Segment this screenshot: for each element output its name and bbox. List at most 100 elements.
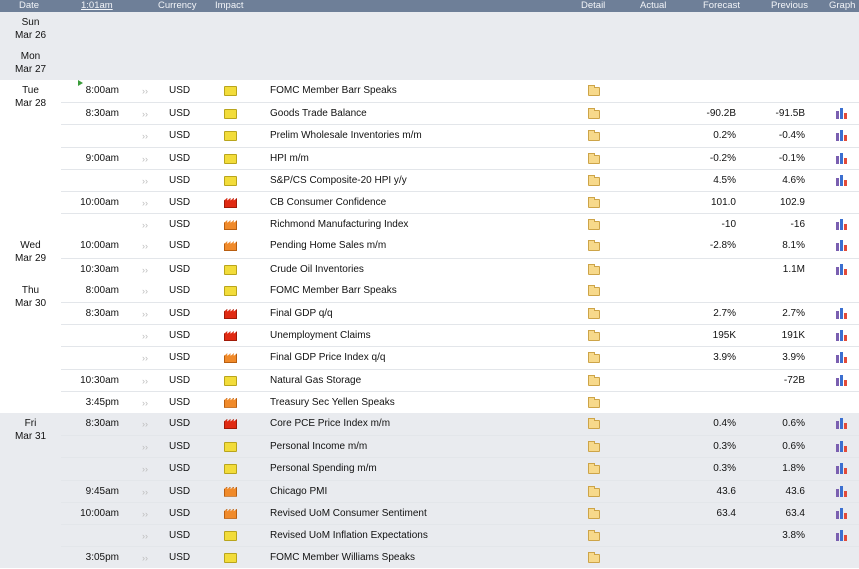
event-row[interactable]: 10:00am ›› USD Revised UoM Consumer Sentime… [61, 501, 859, 525]
event-forecast: -10 [721, 219, 736, 231]
event-name[interactable]: CB Consumer Confidence [270, 192, 386, 214]
day-date-text: Mar 30 [14, 297, 47, 309]
graph-icon[interactable] [836, 374, 848, 386]
event-row[interactable]: 10:30am ›› USD Crude Oil Inventories 1.1M [61, 257, 859, 281]
detail-folder-icon[interactable] [588, 530, 600, 541]
graph-icon[interactable] [836, 530, 848, 541]
graph-icon[interactable] [836, 441, 848, 453]
event-name[interactable]: Core PCE Price Index m/m [270, 413, 390, 435]
event-row[interactable]: 8:30am ›› USD Final GDP q/q 2.7% 2.7% [61, 301, 859, 325]
event-currency: USD [169, 197, 191, 208]
event-row[interactable]: 3:05pm ›› USD FOMC Member Williams Speaks [61, 546, 859, 569]
event-name[interactable]: FOMC Member Williams Speaks [270, 547, 415, 569]
graph-icon[interactable] [836, 418, 848, 429]
event-name[interactable]: Treasury Sec Yellen Speaks [270, 392, 395, 414]
event-row[interactable]: ›› USD Prelim Wholesale Inventories m/m 0.2… [61, 124, 859, 147]
graph-icon[interactable] [836, 174, 848, 186]
sound-icon: ›› [142, 308, 148, 319]
event-name[interactable]: Unemployment Claims [270, 325, 371, 347]
event-currency: USD [169, 374, 191, 386]
detail-folder-icon[interactable] [588, 284, 600, 296]
event-name[interactable]: Richmond Manufacturing Index [270, 214, 408, 236]
graph-icon[interactable] [836, 307, 848, 319]
event-row[interactable]: 8:30am ›› USD Core PCE Price Index m/m 0.4% 0… [61, 413, 859, 435]
event-name[interactable]: Final GDP q/q [270, 303, 333, 325]
detail-folder-icon[interactable] [588, 307, 600, 319]
detail-folder-icon[interactable] [588, 197, 600, 208]
event-name[interactable]: Natural Gas Storage [270, 370, 361, 392]
graph-icon[interactable] [836, 485, 848, 497]
detail-folder-icon[interactable] [588, 152, 600, 164]
detail-folder-icon[interactable] [588, 441, 600, 453]
event-row[interactable]: 9:00am ›› USD HPI m/m -0.2% -0.1% [61, 146, 859, 170]
detail-folder-icon[interactable] [588, 130, 600, 142]
detail-folder-icon[interactable] [588, 240, 600, 252]
detail-folder-icon[interactable] [588, 485, 600, 497]
event-name[interactable]: Crude Oil Inventories [270, 259, 364, 281]
day-block: Thu Mar 30 8:00am ›› USD FOMC Member Barr Spe… [0, 279, 859, 414]
detail-folder-icon[interactable] [588, 330, 600, 342]
detail-folder-icon[interactable] [588, 352, 600, 364]
event-row[interactable]: ›› USD S&P/CS Composite-20 HPI y/y 4.5% 4.6% [61, 168, 859, 192]
graph-icon[interactable] [836, 263, 848, 275]
event-name[interactable]: HPI m/m [270, 148, 309, 170]
graph-icon[interactable] [836, 240, 848, 252]
detail-folder-icon[interactable] [588, 374, 600, 386]
event-row[interactable]: 8:00am ›› USD FOMC Member Barr Speaks [61, 280, 859, 302]
graph-icon[interactable] [836, 219, 848, 231]
impact-low-icon [224, 285, 237, 296]
graph-icon[interactable] [836, 130, 848, 142]
event-row[interactable]: 10:30am ›› USD Natural Gas Storage -72B [61, 368, 859, 392]
event-currency: USD [169, 219, 191, 231]
event-row[interactable]: ›› USD Richmond Manufacturing Index -10 -16 [61, 213, 859, 236]
event-name[interactable]: Goods Trade Balance [270, 103, 367, 125]
graph-icon[interactable] [836, 330, 848, 342]
header-time[interactable]: 1:01am [81, 0, 113, 12]
event-name[interactable]: Personal Income m/m [270, 436, 367, 458]
event-name[interactable]: Personal Spending m/m [270, 458, 377, 480]
impact-med-icon [224, 486, 237, 497]
detail-folder-icon[interactable] [588, 463, 600, 475]
event-row[interactable]: 10:00am ›› USD CB Consumer Confidence 101.0 1… [61, 191, 859, 214]
day-block: Sun Mar 26 [0, 12, 859, 47]
event-row[interactable]: 8:30am ›› USD Goods Trade Balance -90.2B -91.… [61, 102, 859, 125]
event-name[interactable]: S&P/CS Composite-20 HPI y/y [270, 170, 407, 192]
graph-icon[interactable] [836, 463, 848, 475]
event-row[interactable]: 9:45am ›› USD Chicago PMI 43.6 43.6 [61, 479, 859, 503]
event-row[interactable]: ›› USD Unemployment Claims 195K 191K [61, 324, 859, 347]
event-row[interactable]: ›› USD Personal Income m/m 0.3% 0.6% [61, 435, 859, 458]
detail-folder-icon[interactable] [588, 108, 600, 120]
event-name[interactable]: FOMC Member Barr Speaks [270, 80, 397, 102]
event-row[interactable]: ›› USD Personal Spending m/m 0.3% 1.8% [61, 457, 859, 480]
event-row[interactable]: 10:00am ›› USD Pending Home Sales m/m -2.8% 8… [61, 235, 859, 257]
detail-folder-icon[interactable] [588, 174, 600, 186]
event-previous: 0.6% [782, 418, 805, 429]
event-name[interactable]: Prelim Wholesale Inventories m/m [270, 125, 422, 147]
sound-icon: ›› [142, 531, 148, 541]
detail-folder-icon[interactable] [588, 507, 600, 519]
event-row[interactable]: ›› USD Revised UoM Inflation Expectations 3… [61, 524, 859, 547]
detail-folder-icon[interactable] [588, 552, 600, 564]
detail-folder-icon[interactable] [588, 219, 600, 231]
detail-folder-icon[interactable] [588, 263, 600, 275]
event-row[interactable]: 3:45pm ›› USD Treasury Sec Yellen Speaks [61, 390, 859, 414]
event-currency: USD [169, 530, 191, 541]
day-date-text: Mar 29 [14, 253, 47, 265]
event-name[interactable]: FOMC Member Barr Speaks [270, 280, 397, 302]
event-name[interactable]: Revised UoM Consumer Sentiment [270, 503, 427, 525]
graph-icon[interactable] [836, 108, 848, 120]
event-row[interactable]: ›› USD Final GDP Price Index q/q 3.9% 3.9% [61, 346, 859, 369]
graph-icon[interactable] [836, 152, 848, 164]
detail-folder-icon[interactable] [588, 396, 600, 408]
event-row[interactable]: 8:00am ›› USD FOMC Member Barr Speaks [61, 80, 859, 102]
event-name[interactable]: Pending Home Sales m/m [270, 235, 386, 257]
detail-folder-icon[interactable] [588, 418, 600, 429]
event-name[interactable]: Chicago PMI [270, 481, 327, 503]
event-name[interactable]: Final GDP Price Index q/q [270, 347, 385, 369]
detail-folder-icon[interactable] [588, 85, 600, 96]
event-name[interactable]: Revised UoM Inflation Expectations [270, 525, 428, 547]
event-previous: 4.6% [782, 174, 805, 186]
graph-icon[interactable] [836, 352, 848, 364]
event-previous: 3.8% [782, 530, 805, 541]
graph-icon[interactable] [836, 507, 848, 519]
